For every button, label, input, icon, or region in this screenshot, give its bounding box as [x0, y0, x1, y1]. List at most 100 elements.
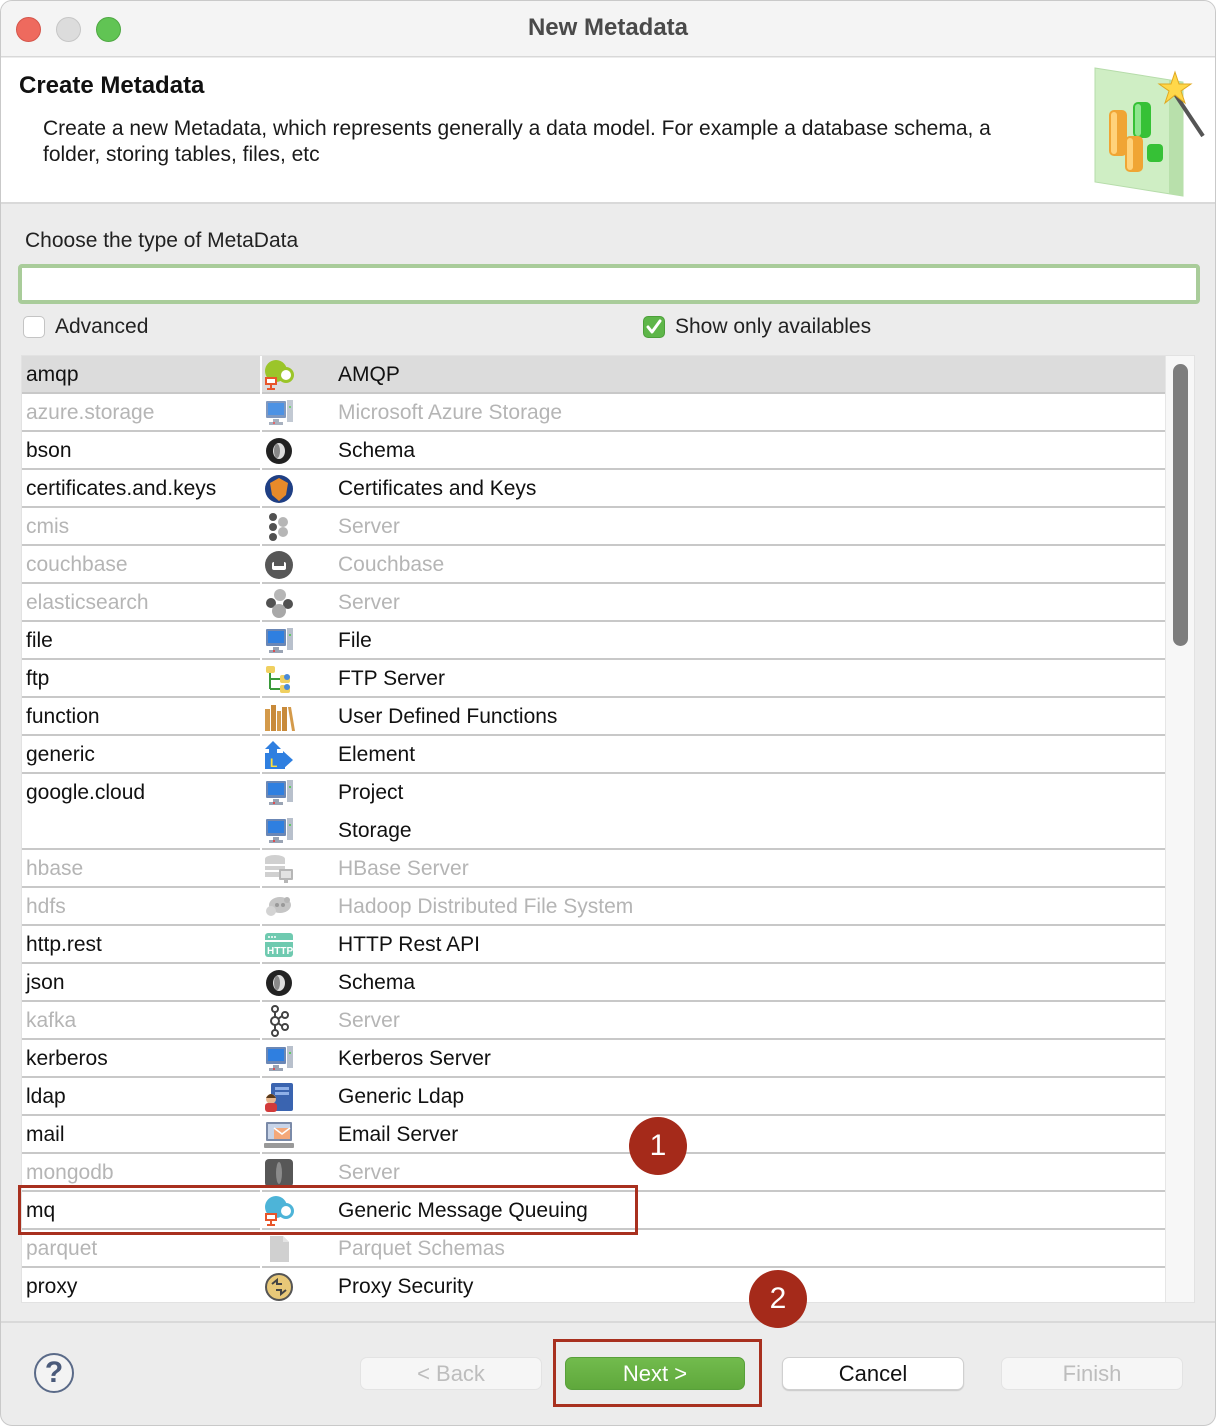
metadata-type-label: Email Server — [338, 1123, 459, 1146]
cancel-button[interactable]: Cancel — [782, 1357, 964, 1390]
metadata-type-key: kafka — [26, 1009, 77, 1032]
metadata-type-label: AMQP — [338, 363, 400, 386]
metadata-type-key: json — [26, 971, 65, 994]
metadata-type-row-mongodb[interactable]: mongodb Server — [22, 1154, 1165, 1192]
metadata-type-label: Storage — [338, 819, 412, 842]
title-bar: New Metadata — [1, 1, 1215, 57]
column-divider — [260, 394, 262, 432]
metadata-type-row-proxy[interactable]: proxy Proxy Security — [22, 1268, 1165, 1302]
metadata-type-row-cmis[interactable]: cmis Server — [22, 508, 1165, 546]
metadata-type-row-hbase[interactable]: hbase HBase Server — [22, 850, 1165, 888]
metadata-type-key: generic — [26, 743, 95, 766]
metadata-type-row-google-cloud[interactable]: google.cloud Project — [22, 774, 1165, 814]
metadata-type-key: certificates.and.keys — [26, 477, 217, 500]
metadata-type-key: hbase — [26, 857, 84, 880]
column-divider — [260, 1002, 262, 1040]
finish-button[interactable]: Finish — [1001, 1357, 1183, 1390]
metadata-type-filter-input[interactable] — [18, 264, 1200, 304]
metadata-type-row-ldap[interactable]: ldap Generic Ldap — [22, 1078, 1165, 1116]
advanced-checkbox[interactable]: Advanced — [23, 315, 148, 339]
annotation-step-2-badge: 2 — [749, 1270, 807, 1328]
column-divider — [260, 432, 262, 470]
metadata-type-row-json[interactable]: json Schema — [22, 964, 1165, 1002]
metadata-type-label: Server — [338, 1009, 400, 1032]
metadata-type-label: Kerberos Server — [338, 1047, 491, 1070]
metadata-type-row-function[interactable]: function User Defined Functions — [22, 698, 1165, 736]
show-only-availables-checkbox-box[interactable] — [643, 316, 665, 338]
column-divider — [260, 546, 262, 584]
metadata-type-row-mail[interactable]: mail Email Server — [22, 1116, 1165, 1154]
schema-ring-icon — [266, 970, 292, 996]
advanced-checkbox-box[interactable] — [23, 316, 45, 338]
metadata-type-row-generic[interactable]: generic L Element — [22, 736, 1165, 774]
kafka-icon — [270, 1005, 289, 1037]
metadata-type-key: couchbase — [26, 553, 128, 576]
svg-text:L: L — [270, 756, 277, 770]
metadata-type-label: Microsoft Azure Storage — [338, 401, 563, 424]
metadata-type-row-file[interactable]: file File — [22, 622, 1165, 660]
amqp-icon — [265, 360, 294, 390]
metadata-type-row-kafka[interactable]: kafka Server — [22, 1002, 1165, 1040]
metadata-type-label: FTP Server — [338, 667, 445, 690]
computer-icon — [266, 1046, 293, 1071]
metadata-type-row-certificates-and-keys[interactable]: certificates.and.keys Certificates and Ke… — [22, 470, 1165, 508]
wizard-description: Create a new Metadata, which represents … — [43, 117, 991, 166]
metadata-type-label: Certificates and Keys — [338, 477, 537, 500]
elasticsearch-icon — [266, 589, 293, 618]
column-divider — [260, 508, 262, 546]
list-scrollbar[interactable] — [1165, 356, 1194, 1302]
metadata-type-label: Schema — [338, 971, 416, 994]
metadata-type-row-hdfs[interactable]: hdfs Hadoop Distributed File System — [22, 888, 1165, 926]
metadata-type-row-couchbase[interactable]: couchbase Couchbase — [22, 546, 1165, 584]
column-divider — [260, 964, 262, 1002]
metadata-type-row-child-12[interactable]: Storage — [22, 812, 1165, 850]
help-icon: ? — [44, 1356, 64, 1389]
metadata-type-row-http-rest[interactable]: http.rest HTTP HTTP Rest API — [22, 926, 1165, 964]
couchbase-icon — [265, 551, 293, 579]
metadata-type-label: Couchbase — [338, 553, 445, 576]
metadata-type-row-mq[interactable]: mq Generic Message Queuing — [22, 1192, 1165, 1230]
column-divider — [260, 1154, 262, 1192]
metadata-type-key: proxy — [26, 1275, 78, 1298]
metadata-wizard-icon — [1094, 67, 1205, 197]
metadata-type-row-ftp[interactable]: ftp FTP Server — [22, 660, 1165, 698]
hadoop-icon — [266, 897, 291, 916]
metadata-type-row-kerberos[interactable]: kerberos Kerberos Server — [22, 1040, 1165, 1078]
shield-icon — [265, 475, 293, 503]
column-divider — [260, 1268, 262, 1302]
metadata-type-row-bson[interactable]: bson Schema — [22, 432, 1165, 470]
metadata-type-key: http.rest — [26, 933, 102, 956]
back-button[interactable]: < Back — [360, 1357, 542, 1390]
metadata-type-key: hdfs — [26, 895, 66, 918]
next-button[interactable]: Next > — [565, 1357, 745, 1390]
mongodb-leaf-icon — [265, 1159, 293, 1187]
metadata-type-label: Generic Ldap — [338, 1085, 465, 1108]
metadata-type-label: Server — [338, 515, 400, 538]
column-divider — [260, 470, 262, 508]
metadata-type-key: kerberos — [26, 1047, 108, 1070]
computer-icon — [266, 628, 293, 653]
help-button[interactable]: ? — [34, 1353, 74, 1393]
list-scrollbar-thumb[interactable] — [1173, 364, 1188, 646]
metadata-type-label: Choose the type of MetaData — [25, 229, 299, 252]
column-divider — [260, 850, 262, 888]
metadata-type-list[interactable]: amqp AMQP azure.storage Microsoft Azure Sto… — [21, 355, 1195, 1303]
ldap-icon — [265, 1083, 293, 1112]
column-divider — [260, 1040, 262, 1078]
metadata-type-label: HTTP Rest API — [338, 933, 480, 956]
metadata-type-key: cmis — [26, 515, 70, 538]
column-divider — [260, 1192, 262, 1230]
show-only-availables-checkbox[interactable]: Show only availables — [643, 315, 871, 339]
metadata-type-label: Hadoop Distributed File System — [338, 895, 634, 918]
metadata-type-row-amqp[interactable]: amqp AMQP — [22, 356, 1165, 394]
column-divider — [260, 888, 262, 926]
wizard-title: Create Metadata — [19, 72, 205, 99]
metadata-type-label: File — [338, 629, 372, 652]
metadata-type-row-parquet[interactable]: parquet Parquet Schemas — [22, 1230, 1165, 1268]
metadata-type-key: mq — [26, 1199, 56, 1222]
http-icon: HTTP — [265, 933, 293, 957]
metadata-type-row-elasticsearch[interactable]: elasticsearch Server — [22, 584, 1165, 622]
metadata-type-row-azure-storage[interactable]: azure.storage Microsoft Azure Storage — [22, 394, 1165, 432]
column-divider — [260, 812, 262, 850]
metadata-type-key: function — [26, 705, 100, 728]
